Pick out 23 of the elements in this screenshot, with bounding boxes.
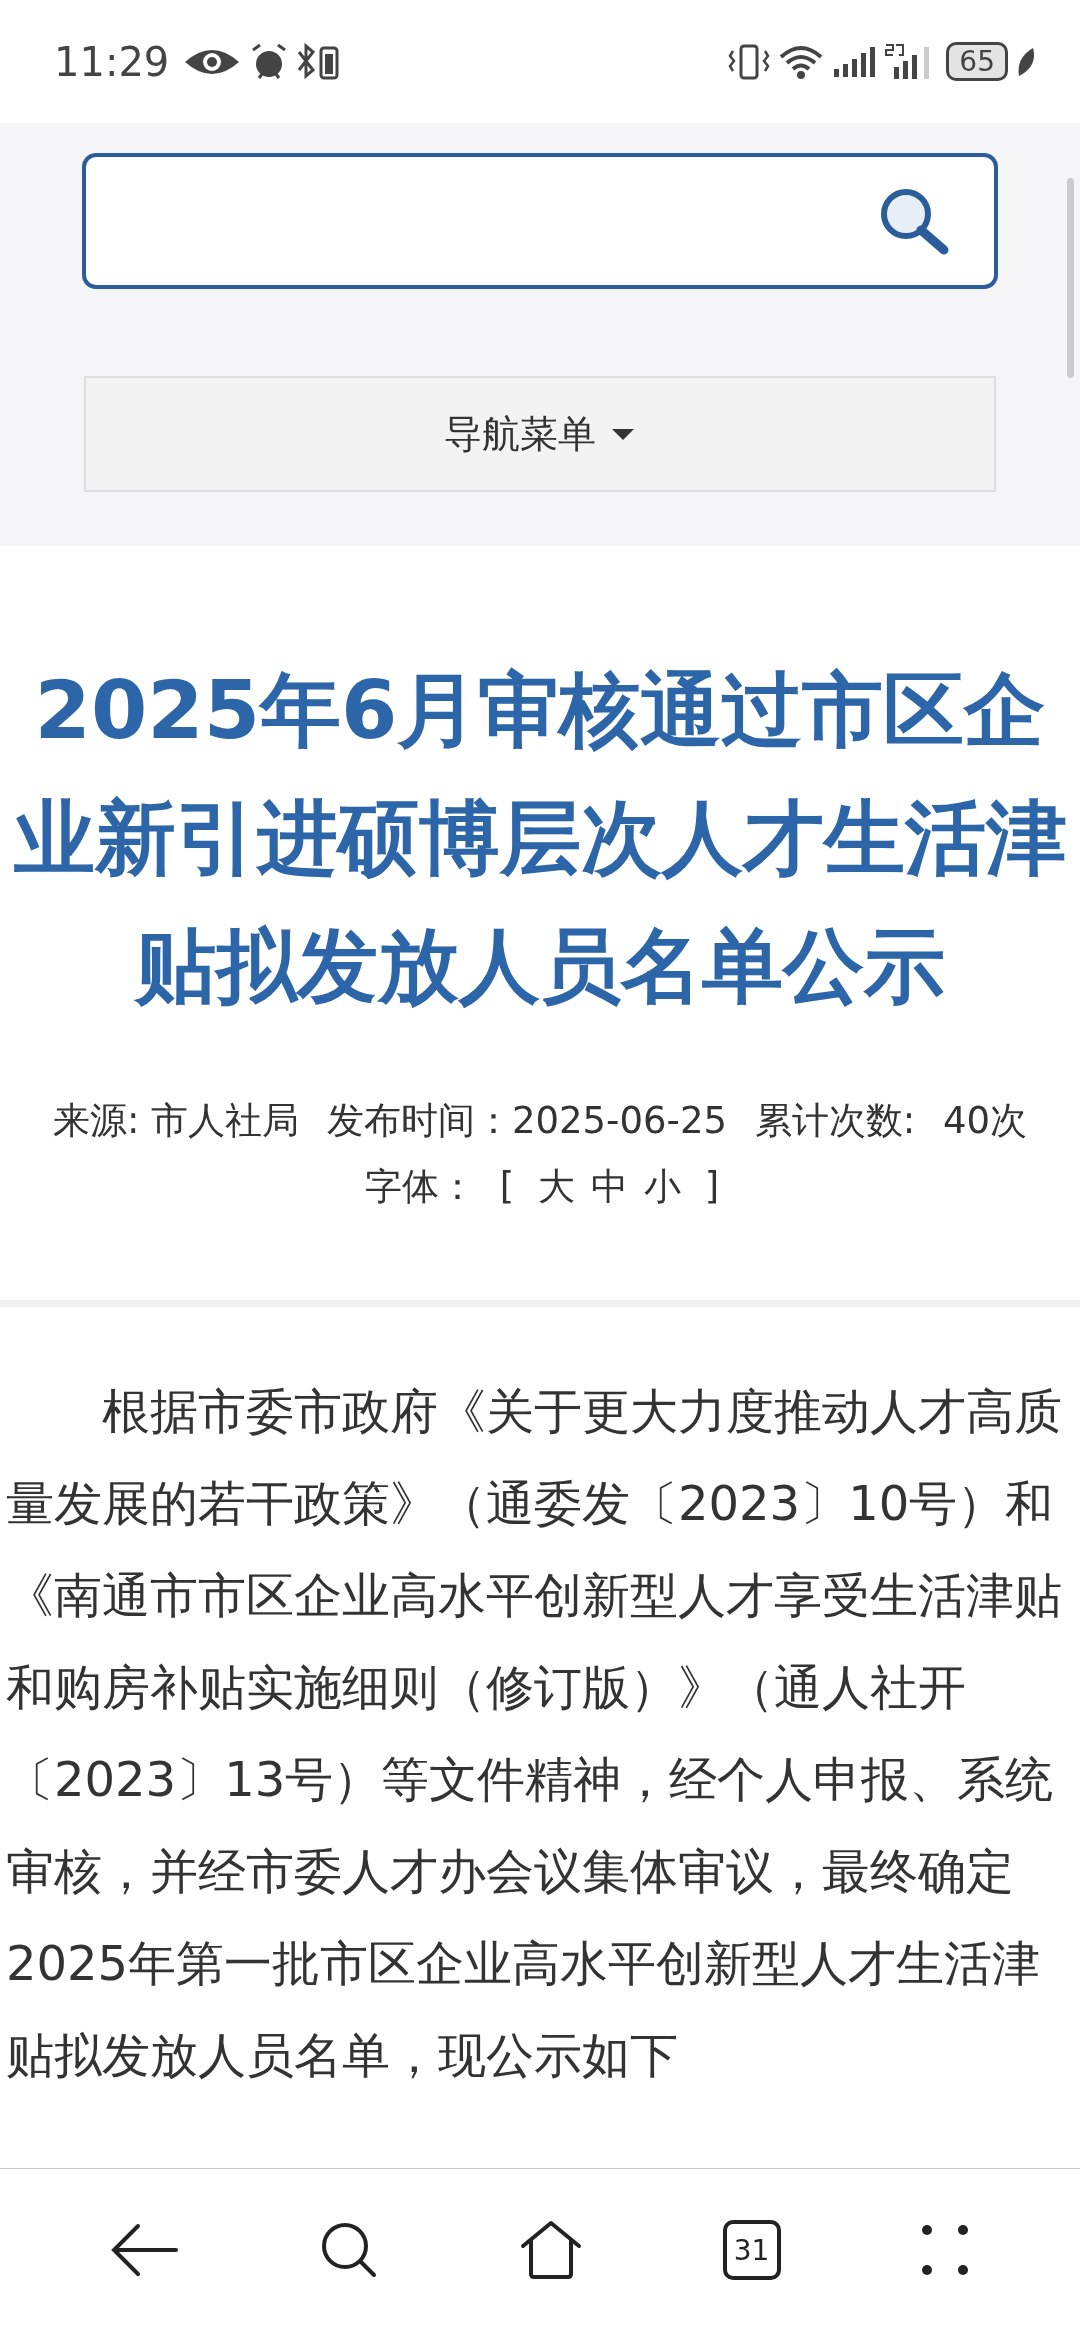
home-icon[interactable] xyxy=(519,2220,583,2280)
bluetooth-battery-icon xyxy=(297,41,342,82)
article-title: 2025年6月审核通过市区企业新引进硕博层次人才生活津贴拟发放人员名单公示 xyxy=(12,662,1068,1015)
font-size-label: 字体： xyxy=(364,1164,476,1210)
view-count-label: 累计次数: xyxy=(754,1098,916,1144)
caret-icon xyxy=(610,427,636,441)
source-text: 来源: 市人社局 xyxy=(52,1098,300,1144)
bracket: [ xyxy=(499,1164,515,1210)
leaf-icon xyxy=(1016,45,1036,78)
tabs-button[interactable]: 31 xyxy=(722,2220,781,2280)
body-paragraph: 根据市委市政府《关于更大力度推动人才高质量发展的若干政策》（通委发〔2023〕10号）和《南通市市区企业高水平创新型人才享受生活津贴和购房补贴实施细则（修订版）》（通人社开〔2023〕13号）等文件精神，经个人申报、系统审核，并经市委人才办会议集体审议，最终确定2025年第一批市区企业高水平创新型人才生活津贴拟发放人员名单，现公示如下 xyxy=(5,1382,1063,2085)
bracket: ] xyxy=(704,1164,720,1210)
status-time: 11:29 xyxy=(54,38,170,85)
font-size-button[interactable]: 大 xyxy=(537,1154,575,1220)
battery-level: 65 xyxy=(946,42,1008,81)
vibrate-icon xyxy=(728,42,771,81)
font-size-button[interactable]: 中 xyxy=(590,1154,628,1220)
font-size-button[interactable]: 小 xyxy=(643,1154,681,1220)
search-field[interactable] xyxy=(82,153,998,289)
signal-icon xyxy=(832,44,877,79)
view-count: 40次 xyxy=(942,1098,1028,1144)
nav-menu-button[interactable]: 导航菜单 xyxy=(84,376,996,492)
publish-date: 发布时间：2025-06-25 xyxy=(326,1098,727,1144)
